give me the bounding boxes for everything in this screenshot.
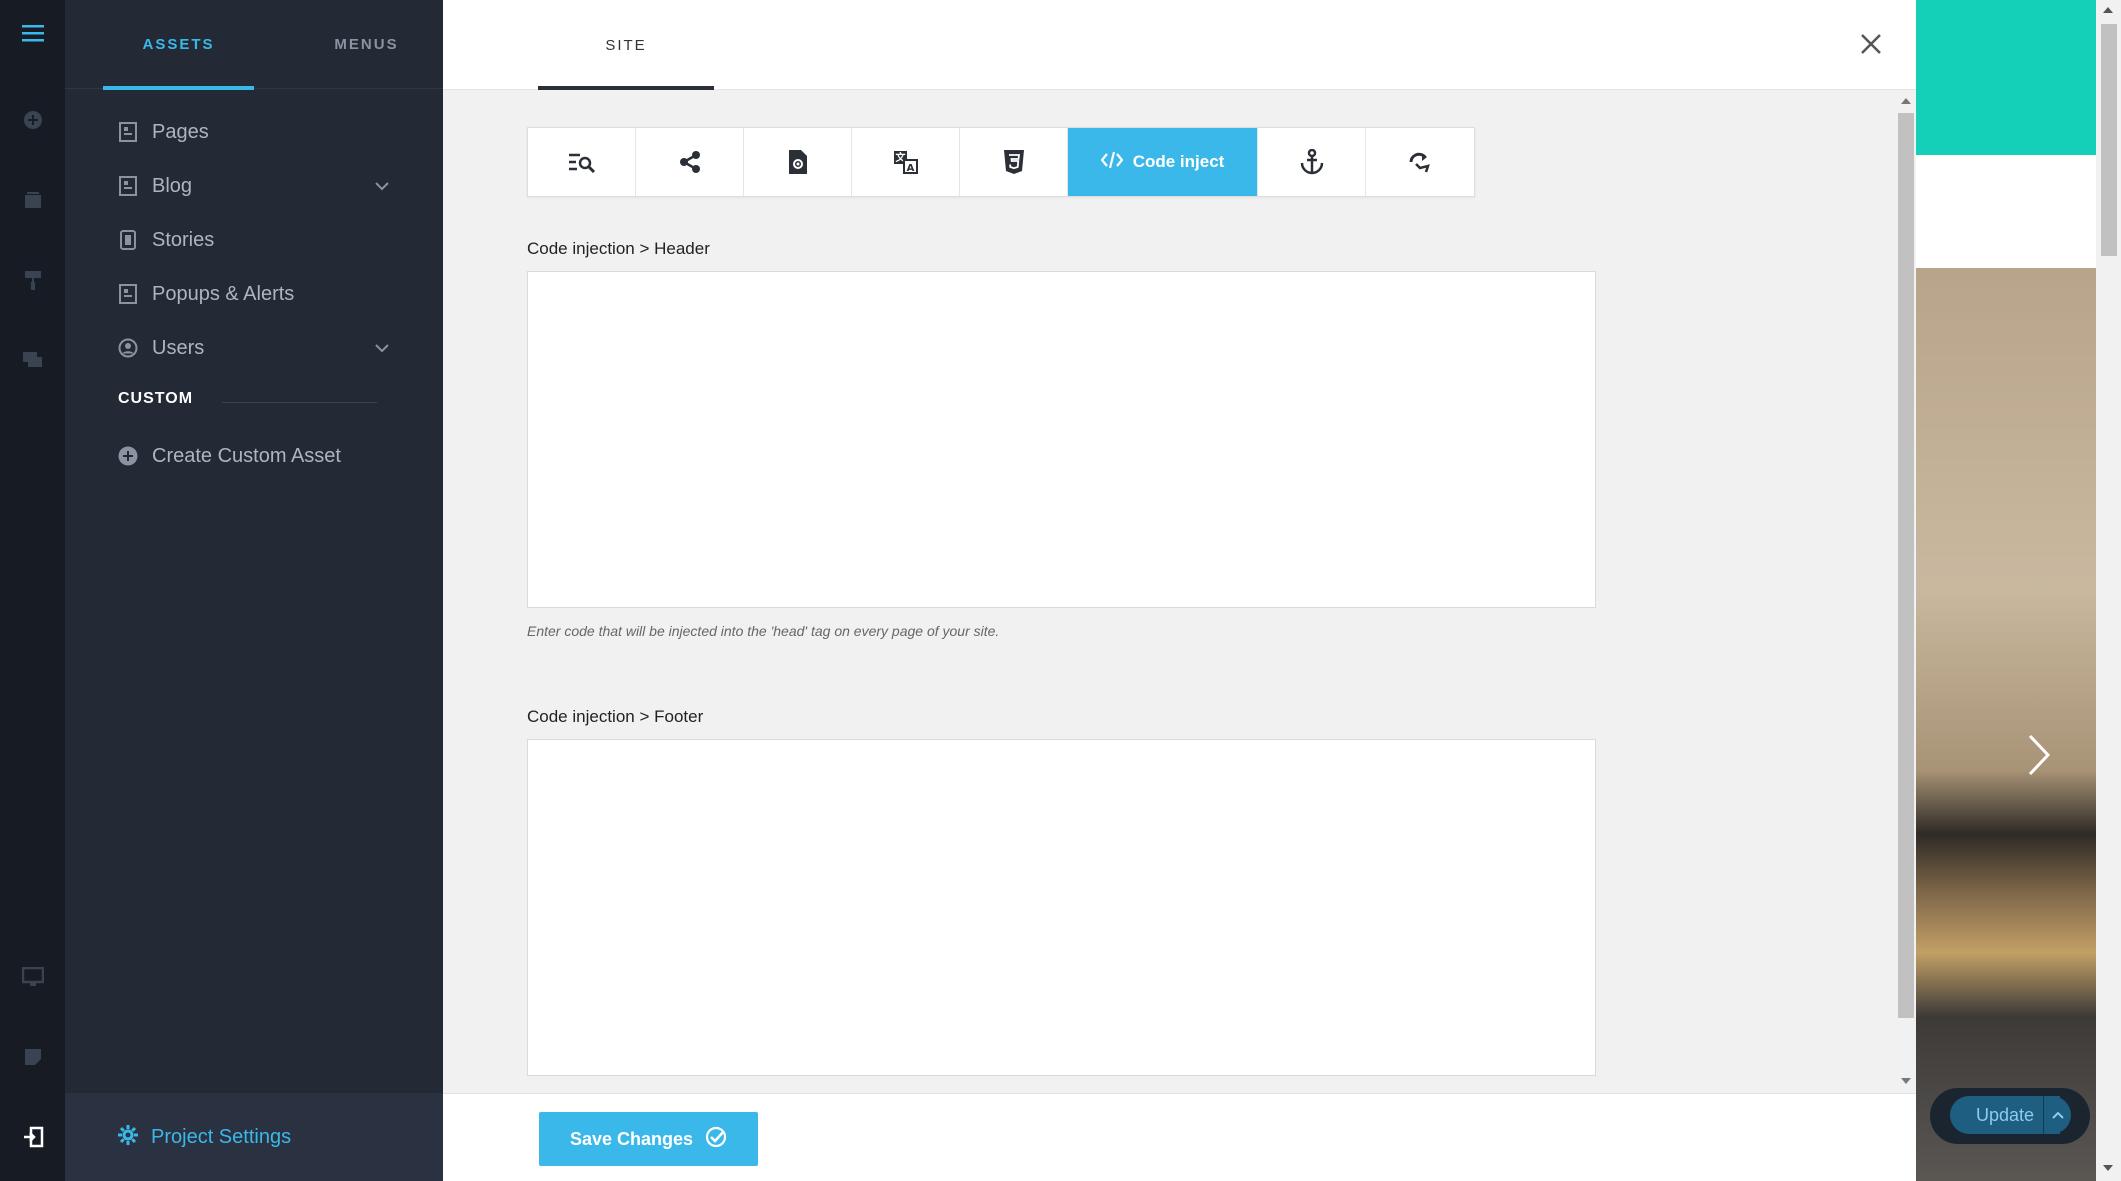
comments-icon[interactable] xyxy=(18,345,47,374)
close-icon[interactable] xyxy=(1854,27,1888,61)
header-code-hint: Enter code that will be injected into th… xyxy=(527,623,1000,639)
exit-icon[interactable] xyxy=(18,1122,47,1151)
paint-roller-icon[interactable] xyxy=(18,265,47,294)
save-changes-button[interactable]: Save Changes xyxy=(539,1112,758,1166)
page-icon xyxy=(117,121,139,143)
sidebar-item-label: Users xyxy=(152,336,205,359)
scroll-up-arrow-icon[interactable] xyxy=(2102,6,2114,14)
footer-code-label: Code injection > Footer xyxy=(527,707,704,726)
sidebar-item-pages[interactable]: Pages xyxy=(117,112,209,152)
check-circle-icon xyxy=(705,1126,727,1153)
section-label-custom: CUSTOM xyxy=(118,390,194,407)
panel-scrollbar[interactable] xyxy=(1894,93,1916,1089)
sidebar-item-blog[interactable]: Blog xyxy=(117,166,192,206)
chevron-down-icon[interactable] xyxy=(372,176,392,196)
share-icon[interactable] xyxy=(636,128,744,196)
save-changes-label: Save Changes xyxy=(569,1128,694,1149)
header-code-label: Code injection > Header xyxy=(527,239,710,258)
site-preview: Update xyxy=(1916,0,2121,1181)
section-divider xyxy=(222,402,377,403)
preview-scrollbar-thumb[interactable] xyxy=(2101,24,2117,256)
code-icon xyxy=(1100,151,1124,174)
redirect-icon[interactable] xyxy=(1366,128,1474,196)
note-icon[interactable] xyxy=(18,1042,47,1071)
preview-scrollbar[interactable] xyxy=(2096,0,2121,1181)
add-circle-icon[interactable] xyxy=(18,105,47,134)
code-inject-label: Code inject xyxy=(1132,152,1225,171)
panel-header: SITE xyxy=(443,0,1916,90)
save-bar: Save Changes xyxy=(443,1093,1916,1181)
monitor-icon[interactable] xyxy=(18,962,47,991)
scroll-down-arrow-icon[interactable] xyxy=(2102,1164,2114,1172)
css3-icon[interactable] xyxy=(960,128,1068,196)
chevron-right-icon[interactable] xyxy=(2021,730,2057,780)
scroll-down-arrow-icon[interactable] xyxy=(1900,1077,1912,1085)
tab-menus[interactable]: MENUS xyxy=(291,0,442,89)
file-settings-icon[interactable] xyxy=(744,128,852,196)
sidebar-item-label: Stories xyxy=(152,228,215,251)
site-settings-panel: SITE 文A Code inject Code injection > Hea… xyxy=(443,0,1916,1181)
phone-page-icon xyxy=(117,229,139,251)
page-icon xyxy=(117,283,139,305)
add-circle-icon xyxy=(117,445,139,467)
sidebar-item-label: Blog xyxy=(152,174,193,197)
tab-assets[interactable]: ASSETS xyxy=(103,0,254,90)
anchor-icon[interactable] xyxy=(1258,128,1366,196)
sidebar-item-popups[interactable]: Popups & Alerts xyxy=(117,274,294,314)
project-settings-label: Project Settings xyxy=(151,1125,292,1148)
sidebar-item-label: Pages xyxy=(152,120,209,143)
sidebar-tabs: ASSETS MENUS xyxy=(65,0,443,90)
seo-search-icon[interactable] xyxy=(528,128,636,196)
layers-icon[interactable] xyxy=(18,185,47,214)
panel-scrollbar-thumb[interactable] xyxy=(1898,113,1914,1018)
update-control: Update xyxy=(1930,1088,2090,1144)
sidebar-item-label: Popups & Alerts xyxy=(152,282,295,305)
code-inject-tab-button[interactable]: Code inject xyxy=(1068,128,1258,196)
create-custom-asset-label: Create Custom Asset xyxy=(152,444,341,467)
header-code-input[interactable] xyxy=(527,271,1596,608)
assets-sidebar: ASSETS MENUS Pages Blog Stories Popups &… xyxy=(65,0,443,1181)
icon-rail xyxy=(0,0,65,1181)
sidebar-item-stories[interactable]: Stories xyxy=(117,220,214,260)
translate-icon[interactable]: 文A xyxy=(852,128,960,196)
hamburger-menu-icon[interactable] xyxy=(18,18,47,47)
scroll-up-arrow-icon[interactable] xyxy=(1900,97,1912,105)
preview-hero-image xyxy=(1916,268,2096,1181)
settings-toolbar: 文A Code inject xyxy=(527,127,1475,197)
page-icon xyxy=(117,175,139,197)
create-custom-asset-button[interactable]: Create Custom Asset xyxy=(117,436,341,476)
gear-icon xyxy=(117,1124,139,1151)
update-options-button[interactable] xyxy=(2043,1096,2071,1134)
tab-site[interactable]: SITE xyxy=(538,0,714,90)
chevron-up-icon xyxy=(2051,1106,2064,1124)
project-settings-button[interactable]: Project Settings xyxy=(65,1093,443,1181)
chevron-down-icon[interactable] xyxy=(372,338,392,358)
svg-text:A: A xyxy=(906,163,914,174)
footer-code-input[interactable] xyxy=(527,739,1596,1076)
user-circle-icon xyxy=(117,337,139,359)
sidebar-item-users[interactable]: Users xyxy=(117,328,204,368)
preview-header-block xyxy=(1916,0,2096,155)
